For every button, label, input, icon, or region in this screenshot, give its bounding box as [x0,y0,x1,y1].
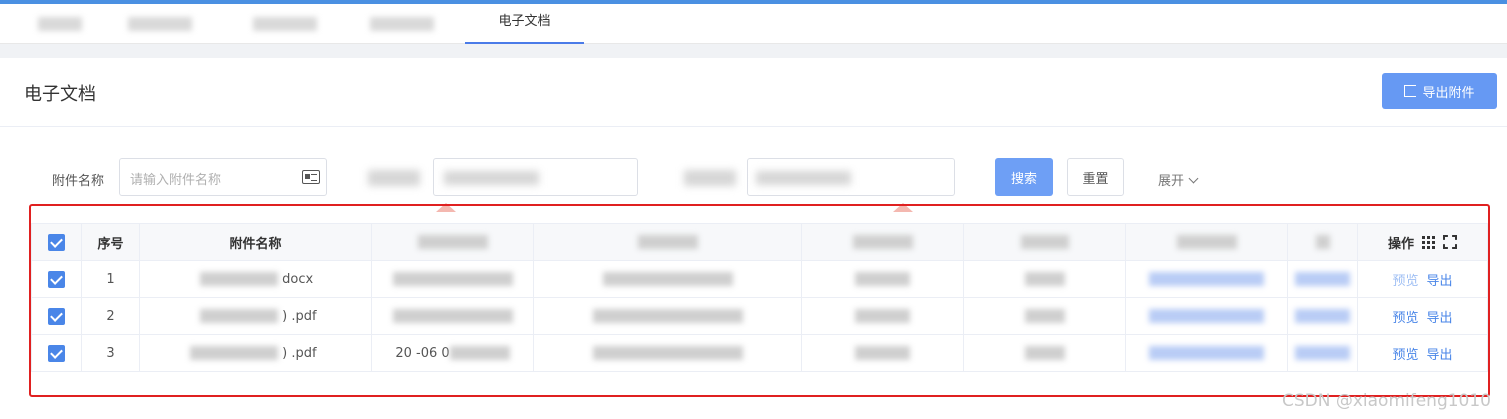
search-button[interactable]: 搜索 [995,158,1053,196]
filter-input-2[interactable] [433,158,638,196]
blurred-filter-label-2 [368,170,420,186]
id-card-icon [302,170,320,184]
blurred-input-value [444,171,539,185]
page-title: 电子文档 [24,84,96,105]
reset-button[interactable]: 重置 [1067,158,1124,196]
export-attachments-button[interactable]: 导出附件 [1382,73,1497,109]
tab-4[interactable] [362,4,442,44]
export-label: 导出附件 [1422,84,1475,100]
blurred-filter-label-3 [684,170,736,186]
filter-input-3[interactable] [747,158,955,196]
attachment-name-label: 附件名称 [52,174,105,189]
main-panel: 电子文档 导出附件 附件名称 请输入附件名称 搜索 重置 展开 序号 附件名称 [0,58,1507,419]
watermark: CSDN @xiaomifeng1010 [1281,391,1491,411]
tab-manage[interactable]: 管理 [120,4,200,44]
tab-electronic-docs[interactable]: 电子文档 [465,4,584,44]
attachment-name-input[interactable]: 请输入附件名称 [119,158,327,196]
tab-bar: 首页 管理 电子文档 [0,4,1507,44]
highlight-box [29,204,1490,397]
expand-label: 展开 [1158,174,1185,189]
divider [0,126,1507,127]
tab-home[interactable]: 首页 [30,4,90,44]
chevron-down-icon [1188,173,1199,184]
page-gap [0,44,1507,58]
blurred-input-value [756,171,851,185]
export-icon [1404,85,1417,97]
expand-toggle[interactable]: 展开 [1158,170,1199,189]
tab-3[interactable] [245,4,325,44]
attachment-name-placeholder: 请输入附件名称 [130,173,222,188]
